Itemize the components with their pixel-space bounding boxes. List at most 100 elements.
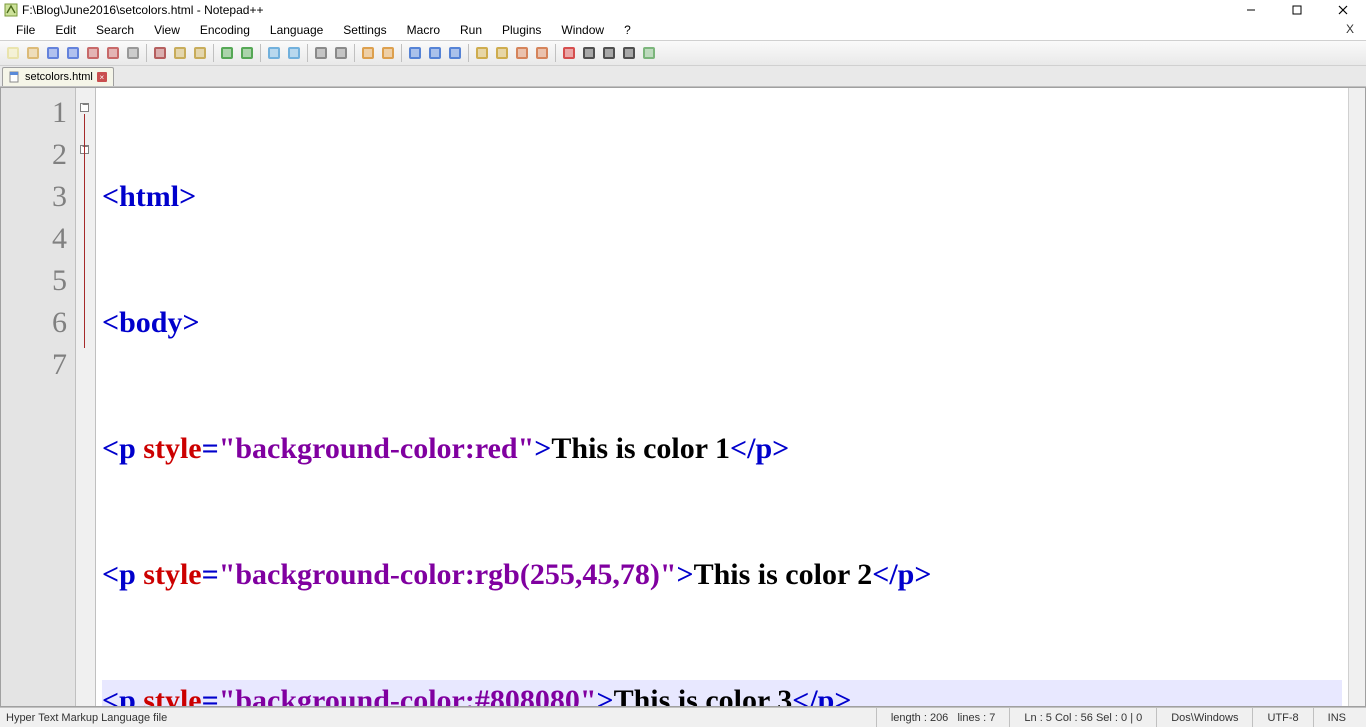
status-position: Ln : 5 Col : 56 Sel : 0 | 0: [1009, 708, 1156, 727]
code-token: "background-color:rgb(255,45,78)": [219, 558, 677, 591]
minimize-button[interactable]: [1228, 0, 1274, 20]
code-token: =: [202, 684, 219, 706]
line-number: 5: [1, 260, 67, 302]
folder-tree-icon[interactable]: [533, 44, 551, 62]
open-file-icon[interactable]: [24, 44, 42, 62]
replace-icon[interactable]: [285, 44, 303, 62]
code-token: "background-color:red": [219, 432, 535, 465]
all-chars-icon[interactable]: [426, 44, 444, 62]
zoom-out-icon[interactable]: [332, 44, 350, 62]
code-token: This is color 3: [614, 684, 793, 706]
paste-icon[interactable]: [191, 44, 209, 62]
toolbar-separator: [468, 44, 469, 62]
undo-icon[interactable]: [218, 44, 236, 62]
print-icon[interactable]: [124, 44, 142, 62]
maximize-button[interactable]: [1274, 0, 1320, 20]
doc-map-icon[interactable]: [493, 44, 511, 62]
save-all-icon[interactable]: [64, 44, 82, 62]
file-icon: [9, 71, 21, 83]
line-number: 4: [1, 218, 67, 260]
code-token: "background-color:#808080": [219, 684, 597, 706]
line-number: 3: [1, 176, 67, 218]
close-window-button[interactable]: [1320, 0, 1366, 20]
stop-macro-icon[interactable]: [580, 44, 598, 62]
play-multiple-icon[interactable]: [620, 44, 638, 62]
editor: 1 2 3 4 5 6 7 <html> <body> <p style="ba…: [0, 87, 1366, 707]
zoom-in-icon[interactable]: [312, 44, 330, 62]
menu-plugins[interactable]: Plugins: [492, 21, 551, 39]
code-token: style: [143, 558, 201, 591]
code-token: <p: [102, 684, 143, 706]
code-token: >: [676, 558, 693, 591]
menu-file[interactable]: File: [6, 21, 45, 39]
menu-close-x[interactable]: X: [1346, 22, 1354, 36]
titlebar: F:\Blog\June2016\setcolors.html - Notepa…: [0, 0, 1366, 20]
menu-run[interactable]: Run: [450, 21, 492, 39]
menu-language[interactable]: Language: [260, 21, 333, 39]
code-token: </p>: [792, 684, 851, 706]
tab-setcolors[interactable]: setcolors.html ×: [2, 67, 114, 86]
line-number: 2: [1, 134, 67, 176]
save-icon[interactable]: [44, 44, 62, 62]
code-token: <html>: [102, 180, 196, 213]
new-file-icon[interactable]: [4, 44, 22, 62]
code-area[interactable]: <html> <body> <p style="background-color…: [96, 88, 1348, 706]
menu-edit[interactable]: Edit: [45, 21, 86, 39]
line-number: 1: [1, 92, 67, 134]
find-icon[interactable]: [265, 44, 283, 62]
copy-icon[interactable]: [171, 44, 189, 62]
status-lines-text: lines : 7: [957, 712, 995, 724]
menu-encoding[interactable]: Encoding: [190, 21, 260, 39]
code-token: style: [143, 684, 201, 706]
sync-v-icon[interactable]: [359, 44, 377, 62]
status-mode: INS: [1313, 708, 1360, 727]
play-macro-icon[interactable]: [600, 44, 618, 62]
fold-line: [84, 114, 85, 348]
code-token: <p: [102, 558, 143, 591]
status-length: length : 206 lines : 7: [876, 708, 1010, 727]
menu-window[interactable]: Window: [551, 21, 614, 39]
toolbar-separator: [555, 44, 556, 62]
record-macro-icon[interactable]: [560, 44, 578, 62]
tab-close-icon[interactable]: ×: [97, 72, 107, 82]
line-number: 7: [1, 344, 67, 386]
toolbar: [0, 40, 1366, 66]
close-icon[interactable]: [84, 44, 102, 62]
toolbar-separator: [146, 44, 147, 62]
code-token: <body>: [102, 306, 200, 339]
line-gutter: 1 2 3 4 5 6 7: [1, 88, 76, 706]
status-length-text: length : 206: [891, 712, 949, 724]
status-filetype: Hyper Text Markup Language file: [6, 712, 876, 724]
line-number: 6: [1, 302, 67, 344]
status-eol: Dos\Windows: [1156, 708, 1252, 727]
code-token: </p>: [730, 432, 789, 465]
redo-icon[interactable]: [238, 44, 256, 62]
function-list-icon[interactable]: [513, 44, 531, 62]
toolbar-separator: [354, 44, 355, 62]
toolbar-separator: [401, 44, 402, 62]
code-token: This is color 2: [694, 558, 873, 591]
code-token: style: [143, 432, 201, 465]
wordwrap-icon[interactable]: [406, 44, 424, 62]
sync-h-icon[interactable]: [379, 44, 397, 62]
window-title: F:\Blog\June2016\setcolors.html - Notepa…: [22, 3, 263, 17]
cut-icon[interactable]: [151, 44, 169, 62]
menu-view[interactable]: View: [144, 21, 190, 39]
save-macro-icon[interactable]: [640, 44, 658, 62]
menu-help[interactable]: ?: [614, 21, 641, 39]
indent-guide-icon[interactable]: [446, 44, 464, 62]
menu-macro[interactable]: Macro: [397, 21, 450, 39]
vertical-scrollbar[interactable]: [1348, 88, 1365, 706]
fold-box-icon[interactable]: [80, 103, 89, 112]
close-all-icon[interactable]: [104, 44, 122, 62]
menu-search[interactable]: Search: [86, 21, 144, 39]
code-token: >: [597, 684, 614, 706]
menu-settings[interactable]: Settings: [333, 21, 396, 39]
statusbar: Hyper Text Markup Language file length :…: [0, 707, 1366, 727]
app-icon: [4, 3, 18, 17]
code-token: This is color 1: [551, 432, 730, 465]
toolbar-separator: [307, 44, 308, 62]
tabbar: setcolors.html ×: [0, 66, 1366, 87]
lang-icon[interactable]: [473, 44, 491, 62]
status-encoding: UTF-8: [1252, 708, 1312, 727]
